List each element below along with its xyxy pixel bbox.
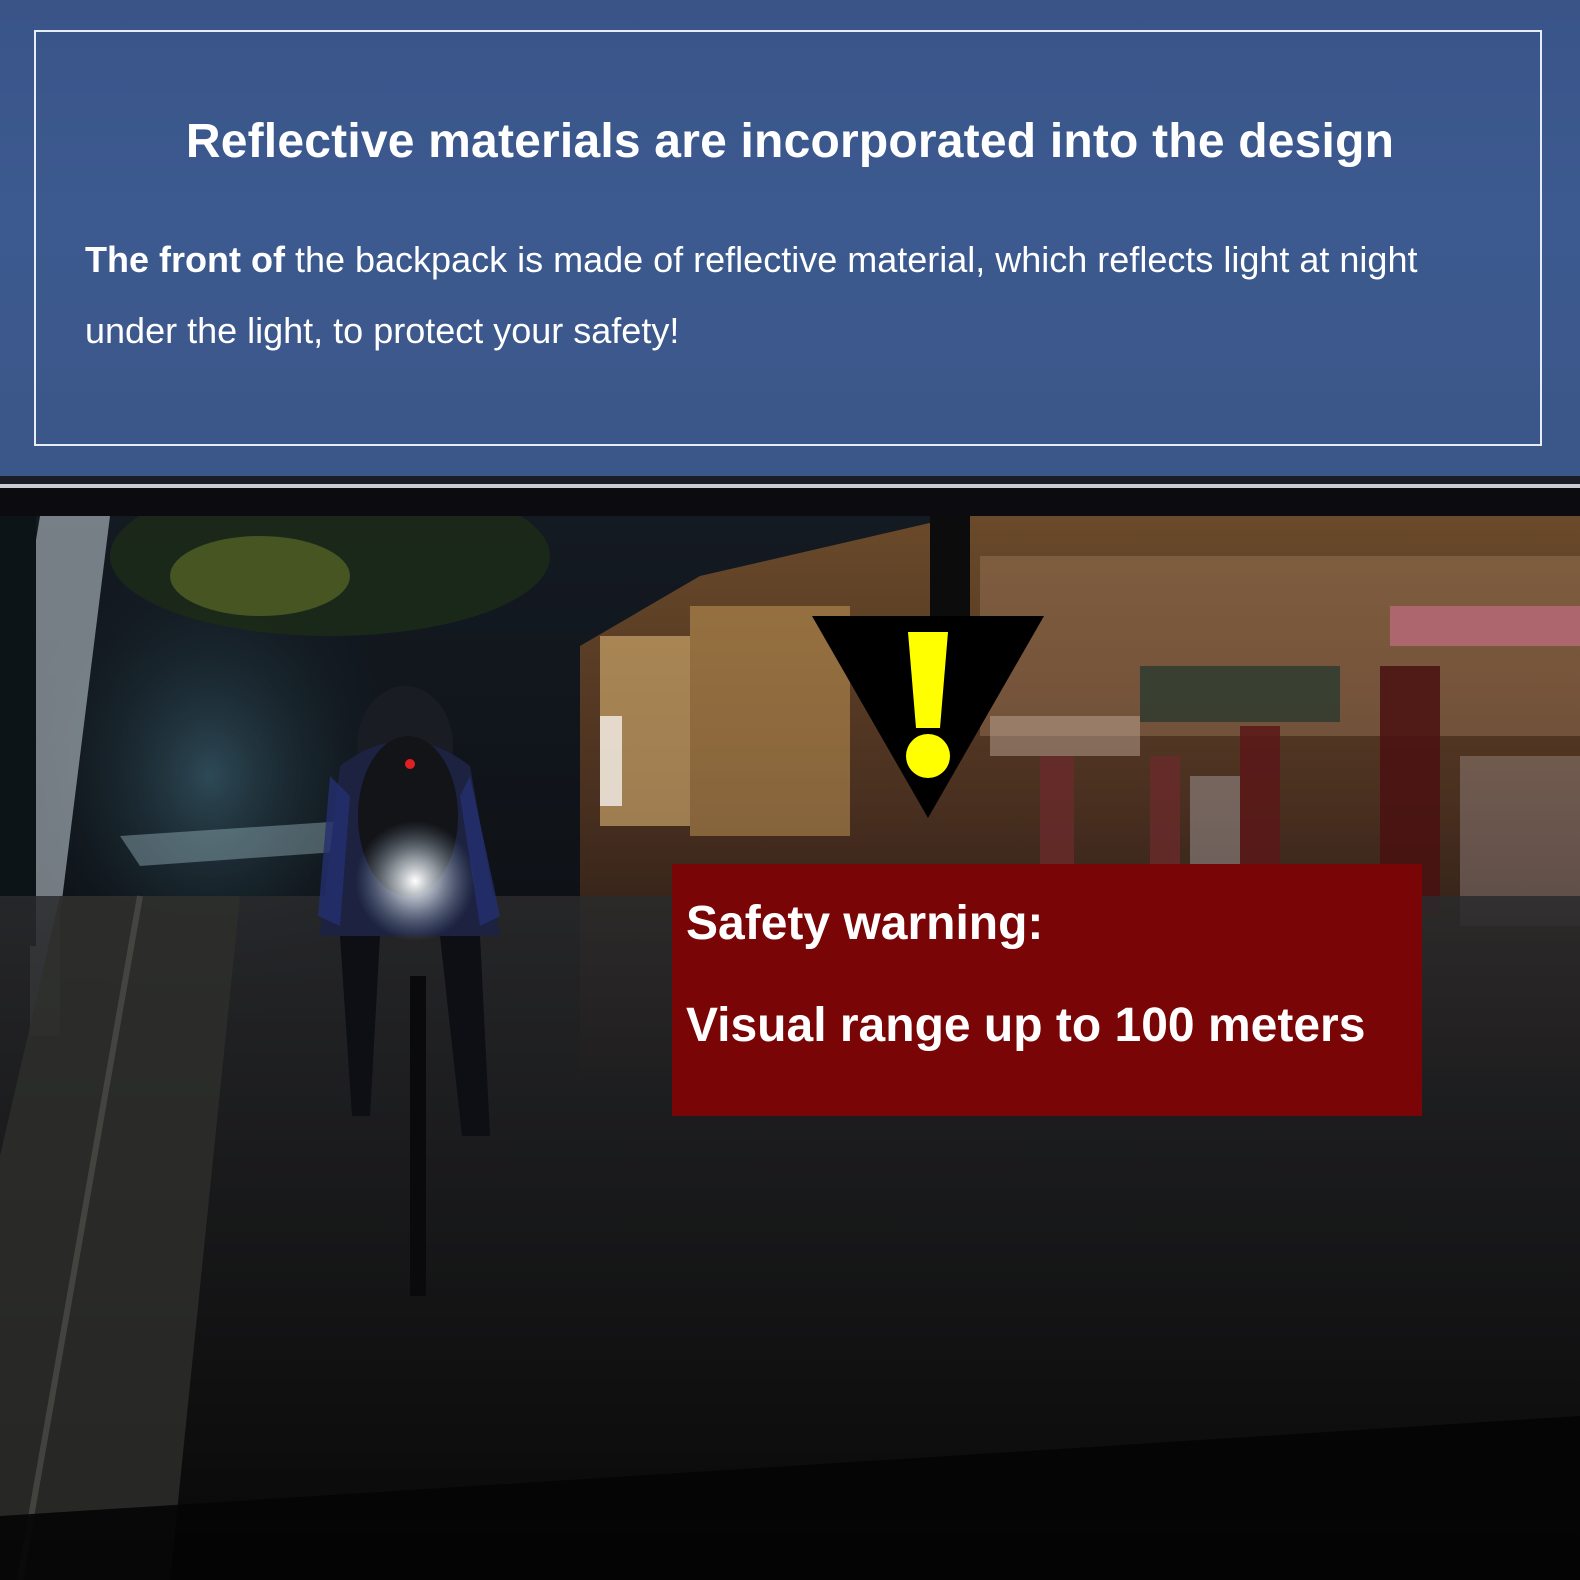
exclamation-dot bbox=[906, 734, 950, 778]
left-edge bbox=[0, 516, 36, 946]
description-rest: the backpack is made of reflective mater… bbox=[85, 239, 1418, 351]
warning-detail: Visual range up to 100 meters bbox=[686, 999, 1366, 1052]
divider bbox=[0, 476, 1580, 484]
warning-label: Safety warning: bbox=[686, 897, 1044, 950]
pink-sign bbox=[1390, 606, 1580, 646]
reflective-light-glow bbox=[355, 821, 475, 941]
shop-sign bbox=[990, 716, 1140, 756]
tree-highlight bbox=[170, 536, 350, 616]
feature-description: The front of the backpack is made of ref… bbox=[85, 224, 1505, 366]
divider bbox=[0, 488, 1580, 516]
backpack-red-light bbox=[405, 759, 415, 769]
shop-sign bbox=[1140, 666, 1340, 722]
page-title: Reflective materials are incorporated in… bbox=[185, 115, 1395, 168]
vertical-sign bbox=[930, 516, 970, 616]
shop-window-light bbox=[600, 716, 622, 806]
bike-wheel bbox=[410, 976, 426, 1296]
storefront-window bbox=[1190, 776, 1240, 866]
description-lead: The front of bbox=[85, 239, 285, 280]
lit-facade bbox=[690, 606, 850, 836]
